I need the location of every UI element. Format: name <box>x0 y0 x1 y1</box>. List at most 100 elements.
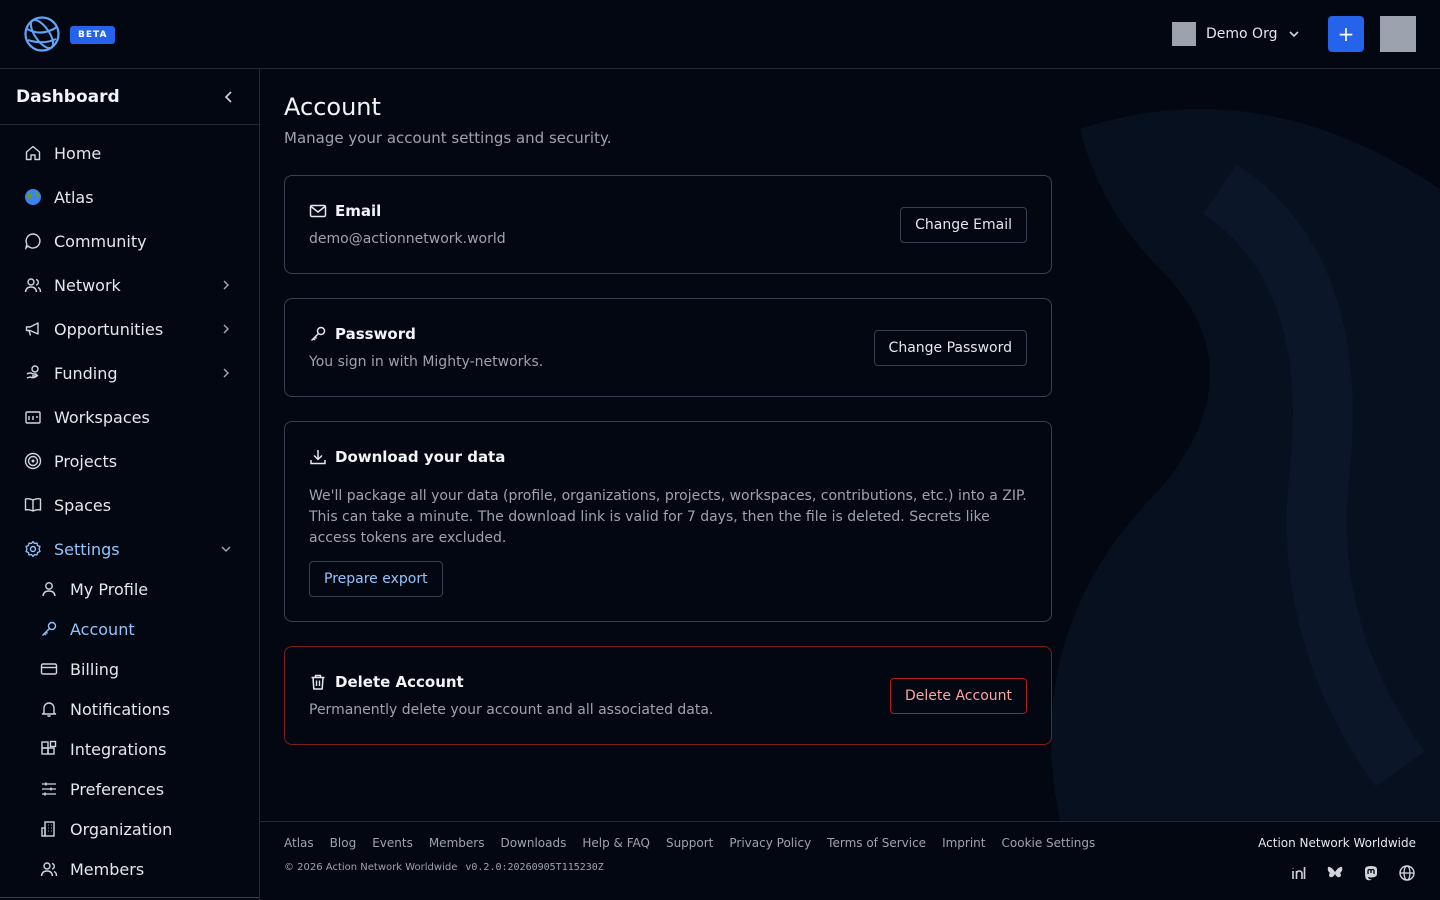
delete-card-title: Delete Account <box>309 673 464 691</box>
sidebar-title: Dashboard <box>16 86 120 107</box>
megaphone-icon <box>25 322 39 336</box>
sidebar-item-atlas[interactable]: Atlas <box>0 177 259 217</box>
top-bar: BETA Demo Org + <box>0 0 1440 69</box>
sidebar-item-label: Home <box>54 143 102 163</box>
footer-link-downloads[interactable]: Downloads <box>500 836 566 850</box>
password-title: Password <box>335 325 416 343</box>
settings-item-label: Integrations <box>70 739 167 759</box>
delete-account-card: Delete Account Permanently delete your a… <box>284 646 1052 745</box>
settings-item-account[interactable]: Account <box>0 611 259 647</box>
password-card-title: Password <box>309 325 416 343</box>
settings-item-label: My Profile <box>70 579 149 599</box>
settings-item-members[interactable]: Members <box>0 851 259 887</box>
settings-item-preferences[interactable]: Preferences <box>0 771 259 807</box>
sidebar-item-label: Atlas <box>54 187 94 207</box>
change-email-button[interactable]: Change Email <box>900 207 1027 243</box>
bluesky-icon[interactable] <box>1326 864 1344 882</box>
settings-item-my-profile[interactable]: My Profile <box>0 571 259 607</box>
building-icon <box>41 821 55 837</box>
sidebar-item-spaces[interactable]: Spaces <box>0 485 259 525</box>
funding-icon <box>26 365 39 379</box>
sidebar-item-workspaces[interactable]: Workspaces <box>0 397 259 437</box>
beta-badge: BETA <box>70 26 116 44</box>
password-card: Password You sign in with Mighty-network… <box>284 298 1052 397</box>
download-card-title: Download your data <box>309 448 505 466</box>
footer-link-help-faq[interactable]: Help & FAQ <box>582 836 650 850</box>
delete-account-button[interactable]: Delete Account <box>890 678 1027 714</box>
chevron-left-icon[interactable] <box>221 89 237 105</box>
footer-brand: Action Network Worldwide <box>1258 836 1416 850</box>
sidebar-item-projects[interactable]: Projects <box>0 441 259 481</box>
settings-item-label: Members <box>70 859 145 879</box>
settings-item-integrations[interactable]: Integrations <box>0 731 259 767</box>
footer: Atlas Blog Events Members Downloads Help… <box>260 821 1440 900</box>
sidebar-item-settings[interactable]: Settings <box>0 529 259 569</box>
footer-link-atlas[interactable]: Atlas <box>284 836 314 850</box>
sliders-icon <box>42 782 56 796</box>
credit-card-icon <box>40 663 58 675</box>
users-icon <box>24 278 42 293</box>
trash-icon <box>311 674 325 690</box>
sidebar-item-network[interactable]: Network <box>0 265 259 305</box>
settings-item-organization[interactable]: Organization <box>0 811 259 847</box>
footer-copyright: © 2026 Action Network Worldwide v0.2.0:2… <box>284 862 604 873</box>
settings-item-notifications[interactable]: Notifications <box>0 691 259 727</box>
settings-item-label: Organization <box>70 819 173 839</box>
footer-link-blog[interactable]: Blog <box>330 836 357 850</box>
footer-link-cookie-settings[interactable]: Cookie Settings <box>1002 836 1096 850</box>
sidebar-item-home[interactable]: Home <box>0 133 259 173</box>
sidebar-item-label: Community <box>54 231 147 251</box>
settings-item-label: Notifications <box>70 699 171 719</box>
page-subtitle: Manage your account settings and securit… <box>284 129 612 147</box>
sidebar-item-funding[interactable]: Funding <box>0 353 259 393</box>
book-open-icon <box>24 497 42 512</box>
email-title: Email <box>335 202 382 220</box>
main-content: Account Manage your account settings and… <box>260 69 1440 821</box>
settings-item-billing[interactable]: Billing <box>0 651 259 687</box>
delete-text: Permanently delete your account and all … <box>309 702 714 718</box>
bell-icon <box>41 702 57 717</box>
chevron-right-icon <box>223 280 230 290</box>
logo-globe-icon[interactable] <box>23 15 61 53</box>
globe-icon[interactable] <box>1398 864 1416 882</box>
prepare-export-button[interactable]: Prepare export <box>309 561 443 597</box>
org-name: Demo Org <box>1206 26 1278 42</box>
add-button[interactable]: + <box>1328 16 1364 52</box>
workspace-icon <box>25 411 41 424</box>
home-icon <box>25 145 41 161</box>
sidebar-item-label: Opportunities <box>54 319 164 339</box>
sidebar-item-label: Spaces <box>54 495 112 515</box>
chat-bubble-icon <box>24 233 41 250</box>
mastodon-icon[interactable] <box>1362 864 1380 882</box>
footer-link-members[interactable]: Members <box>429 836 485 850</box>
footer-link-support[interactable]: Support <box>666 836 713 850</box>
version-text: v0.2.0:20260905T115230Z <box>465 862 604 873</box>
chevron-down-icon <box>221 546 231 553</box>
footer-links: Atlas Blog Events Members Downloads Help… <box>284 836 1095 850</box>
sidebar-item-label: Workspaces <box>54 407 150 427</box>
sidebar-item-community[interactable]: Community <box>0 221 259 261</box>
linkedin-icon[interactable] <box>1290 864 1308 882</box>
chevron-right-icon <box>223 368 230 378</box>
footer-link-terms[interactable]: Terms of Service <box>827 836 926 850</box>
download-icon <box>310 450 326 465</box>
users-icon <box>40 862 58 877</box>
sidebar-item-opportunities[interactable]: Opportunities <box>0 309 259 349</box>
key-icon <box>42 621 57 636</box>
change-password-button[interactable]: Change Password <box>873 330 1027 366</box>
chevron-right-icon <box>223 324 230 334</box>
footer-link-events[interactable]: Events <box>372 836 413 850</box>
delete-title: Delete Account <box>335 673 464 691</box>
org-switcher[interactable]: Demo Org <box>1172 22 1301 46</box>
footer-link-privacy-policy[interactable]: Privacy Policy <box>729 836 811 850</box>
user-avatar[interactable] <box>1380 16 1416 52</box>
footer-link-imprint[interactable]: Imprint <box>942 836 985 850</box>
chevron-down-icon <box>1289 31 1300 38</box>
download-title: Download your data <box>335 448 506 466</box>
download-text: We'll package all your data (profile, or… <box>309 488 1027 546</box>
settings-item-label: Preferences <box>70 779 165 799</box>
email-value: demo@actionnetwork.world <box>309 231 506 247</box>
sidebar: Dashboard Home Atlas Community Network O… <box>0 69 260 900</box>
org-avatar <box>1172 22 1196 46</box>
sidebar-item-label: Settings <box>54 539 120 559</box>
